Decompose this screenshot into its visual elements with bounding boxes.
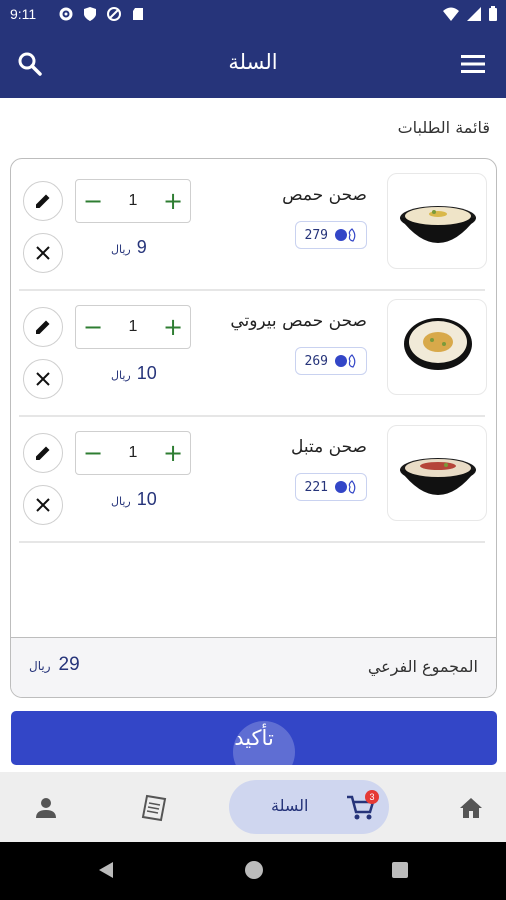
edit-button[interactable] [23,181,63,221]
decrease-button[interactable]: − [76,180,110,222]
subtotal-value: 29 [58,654,80,675]
calories-badge: 279 [295,221,367,249]
subtotal-label: المجموع الفرعي [367,657,478,676]
person-icon [36,798,56,818]
menu-icon[interactable] [460,52,486,76]
wifi-icon [443,7,459,21]
edit-icon [36,194,50,208]
home-icon [460,798,482,818]
item-name: صحن حمص [282,185,367,205]
increase-button[interactable]: + [156,306,190,348]
quantity-stepper: − 1 + [75,431,191,475]
nav-orders[interactable] [138,792,170,824]
item-name: صحن حمص بيروتي [230,311,367,331]
divider [19,541,485,543]
cart-item: صحن متبل 221 − 1 + ريال 10 [17,417,491,543]
close-icon [36,246,50,260]
status-bar: 9:11 [0,0,506,30]
cart-items-list[interactable]: صحن حمص 279 − 1 + ريال 9 صحن حمص بيروتي … [11,159,496,639]
block-status-icon [106,6,122,22]
quantity-stepper: − 1 + [75,179,191,223]
settings-status-icon [58,6,74,22]
subtotal-bar: المجموع الفرعي ريال 29 [11,637,496,697]
nav-cart[interactable]: السلة 3 [229,780,389,834]
cart-item: صحن حمص بيروتي 269 − 1 + ريال 10 [17,291,491,417]
bottom-navigation: السلة 3 [0,772,506,842]
cart-item: صحن حمص 279 − 1 + ريال 9 [17,165,491,291]
calories-value: 221 [304,479,328,495]
quantity-value: 1 [128,192,138,209]
back-icon[interactable] [96,860,116,880]
remove-button[interactable] [23,485,63,525]
quantity-stepper: − 1 + [75,305,191,349]
signal-icon [467,7,481,21]
remove-button[interactable] [23,359,63,399]
app-bar: السلة [0,30,506,98]
status-icons-left [58,6,146,22]
calorie-icon [335,228,356,242]
nav-home[interactable] [455,792,487,824]
recents-icon[interactable] [390,860,410,880]
decrease-button[interactable]: − [76,432,110,474]
currency-label: ريال [111,369,131,382]
cart-card: صحن حمص 279 − 1 + ريال 9 صحن حمص بيروتي … [10,158,497,698]
quantity-value: 1 [128,444,138,461]
remove-button[interactable] [23,233,63,273]
subtotal-amount: ريال 29 [29,654,80,676]
calories-value: 279 [304,227,328,243]
quantity-value: 1 [128,318,138,335]
orders-list-title: قائمة الطلبات [397,118,490,137]
item-name: صحن متبل [291,437,367,457]
confirm-label: تأكيد [234,726,274,750]
cart-badge: 3 [365,790,379,804]
calories-badge: 269 [295,347,367,375]
calories-badge: 221 [295,473,367,501]
item-price: ريال 10 [111,363,157,384]
shield-status-icon [82,6,98,22]
calorie-icon [335,354,356,368]
home-system-icon[interactable] [244,860,264,880]
currency-label: ريال [111,495,131,508]
item-image [387,299,487,395]
item-image [387,425,487,521]
price-value: 10 [136,363,157,383]
system-navigation-bar [0,842,506,900]
currency-label: ريال [111,243,131,256]
increase-button[interactable]: + [156,180,190,222]
close-icon [36,372,50,386]
currency-label: ريال [29,659,51,673]
nav-cart-label: السلة [271,796,309,815]
sdcard-status-icon [130,6,146,22]
decrease-button[interactable]: − [76,306,110,348]
page-title: السلة [228,50,278,74]
nav-profile[interactable] [30,792,62,824]
calories-value: 269 [304,353,328,369]
edit-button[interactable] [23,307,63,347]
close-icon [36,498,50,512]
confirm-button[interactable]: تأكيد [11,711,497,765]
status-icons-right [442,6,498,22]
edit-button[interactable] [23,433,63,473]
increase-button[interactable]: + [156,432,190,474]
status-time: 9:11 [10,6,37,22]
price-value: 9 [136,237,147,257]
edit-icon [36,320,50,334]
receipt-icon [141,794,167,822]
item-price: ريال 9 [111,237,147,258]
item-price: ريال 10 [111,489,157,510]
calorie-icon [335,480,356,494]
edit-icon [36,446,50,460]
item-image [387,173,487,269]
price-value: 10 [136,489,157,509]
battery-icon [489,6,497,21]
